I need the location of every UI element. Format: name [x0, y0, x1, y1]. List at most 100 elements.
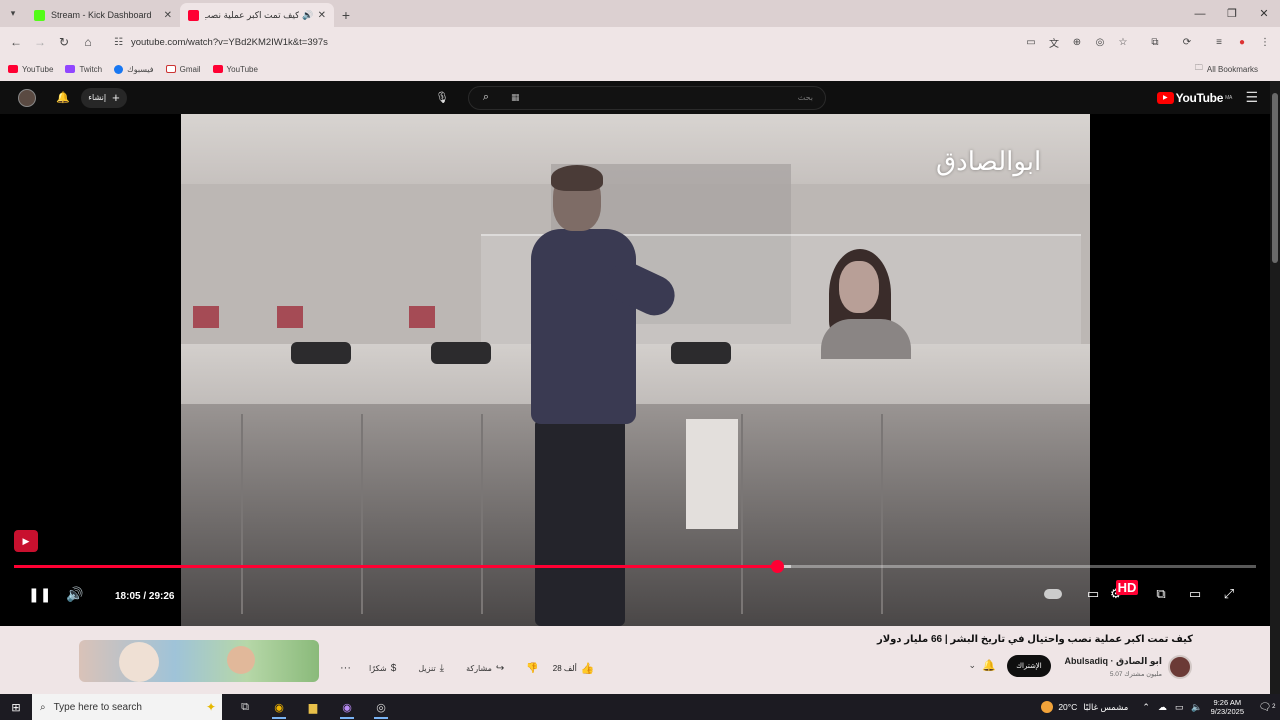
channel-name[interactable]: Abulsadiq · ابو الصادق	[1065, 656, 1162, 667]
bookmark-gmail[interactable]: Gmail	[165, 65, 201, 74]
bookmark-youtube-2[interactable]: YouTube	[212, 65, 258, 74]
channel-info[interactable]: Abulsadiq · ابو الصادق 5.07 مليون مشترك	[1065, 656, 1162, 678]
address-bar[interactable]: ☷ youtube.com/watch?v=YBd2KM2IW1k&t=397s	[104, 30, 1004, 54]
volume-icon[interactable]: 🔊	[66, 586, 83, 603]
channel-branding-icon[interactable]: ▶	[14, 530, 38, 552]
all-bookmarks-folder[interactable]: 🗀 All Bookmarks	[1195, 62, 1258, 76]
youtube-masthead: 🔔 إنشاء + 🎙 ⌕ ▦ بحث ▶ YouTube MA ☰	[0, 81, 1280, 114]
search-icon[interactable]: ⌕	[469, 91, 503, 104]
youtube-play-icon: ▶	[1156, 91, 1174, 104]
scrollbar-thumb[interactable]	[1272, 93, 1278, 263]
youtube-logo[interactable]: ▶ YouTube MA	[1156, 91, 1232, 105]
thanks-button[interactable]: شكرًا $	[369, 663, 396, 674]
close-window-icon[interactable]: ✕	[1248, 0, 1280, 27]
weather-sun-icon	[1041, 701, 1054, 713]
miniplayer-icon[interactable]: ⧉	[1144, 586, 1178, 602]
tab-close-icon[interactable]: ✕	[318, 10, 326, 21]
restore-icon[interactable]: ❐	[1216, 0, 1248, 27]
file-explorer-icon[interactable]: ▆	[296, 694, 330, 720]
tab-search-chevron-icon[interactable]: ▾	[0, 0, 26, 27]
fullscreen-icon[interactable]: ⤢	[1212, 586, 1246, 602]
user-avatar[interactable]	[18, 88, 36, 107]
like-icon: 👍	[580, 662, 595, 675]
bookmark-star-icon[interactable]: ☆	[1112, 31, 1134, 53]
search-input[interactable]: بحث	[798, 93, 813, 102]
subtitles-icon[interactable]: ▭	[1076, 586, 1110, 602]
back-icon[interactable]: ←	[4, 30, 28, 54]
guide-menu-icon[interactable]: ☰	[1245, 89, 1258, 106]
tab-close-icon[interactable]: ✕	[164, 10, 172, 21]
subscriber-count: 5.07 مليون مشترك	[1109, 671, 1162, 678]
kick-favicon-icon	[34, 9, 45, 21]
bookmark-twitch[interactable]: Twitch	[65, 65, 102, 74]
speaker-icon[interactable]: 🔈	[1191, 702, 1202, 713]
related-video-thumbnail[interactable]	[79, 640, 319, 682]
minimize-icon[interactable]: —	[1184, 0, 1216, 27]
sync-icon[interactable]: ⟳	[1176, 31, 1198, 53]
forward-icon[interactable]: →	[28, 30, 52, 54]
extensions-icon[interactable]: ⧉	[1144, 31, 1166, 53]
weather-widget[interactable]: 20°C مشمس غالبًا	[1041, 701, 1128, 713]
reload-icon[interactable]: ↻	[52, 30, 76, 54]
keyboard-icon[interactable]: ▦	[511, 92, 520, 103]
task-view-icon[interactable]: ⧉	[228, 694, 262, 720]
notification-center-icon[interactable]: 🗨 2	[1254, 694, 1280, 720]
media-controls-icon[interactable]: ≡	[1208, 31, 1230, 53]
browser-app-icon[interactable]: ◉	[330, 694, 364, 720]
browser-tabstrip: ▾ Stream - Kick Dashboard ✕ كيف تمت اكبر…	[0, 0, 1280, 27]
tray-chevron-icon[interactable]: ⌃	[1142, 702, 1150, 713]
subscription-bell-icon[interactable]: 🔔	[982, 659, 996, 672]
profile-avatar-icon[interactable]: ●	[1231, 31, 1253, 53]
settings-gear-icon[interactable]: ⚙HD	[1110, 580, 1144, 602]
more-actions-icon[interactable]: ···	[340, 662, 351, 674]
eye-off-icon[interactable]: ◎	[1089, 31, 1111, 53]
video-player[interactable]: ابوالصادق ▶ ❚❚ 🔊 18:05 / 29:26 ▭ ⚙HD ⧉ ▭…	[0, 114, 1280, 626]
taskbar-search[interactable]: ⌕ Type here to search ✦	[32, 694, 222, 720]
download-button[interactable]: تنزيل ⤓	[418, 663, 444, 674]
obs-icon[interactable]: ◎	[364, 694, 398, 720]
page-scrollbar[interactable]	[1270, 81, 1280, 694]
browser-toolbar: ← → ↻ ⌂ ☷ youtube.com/watch?v=YBd2KM2IW1…	[0, 27, 1280, 57]
site-info-icon[interactable]: ☷	[114, 37, 123, 48]
video-actions: ··· شكرًا $ تنزيل ⤓ مشاركة ↪ 👎 28 ألف 👍	[336, 659, 595, 677]
translate-icon[interactable]: 文	[1043, 31, 1065, 53]
like-button[interactable]: 28 ألف 👍	[553, 662, 595, 675]
kebab-menu-icon[interactable]: ⋮	[1254, 31, 1276, 53]
chevron-down-icon[interactable]: ⌄	[968, 660, 976, 671]
onedrive-icon[interactable]: ☁	[1158, 702, 1167, 713]
bookmark-youtube[interactable]: YouTube	[8, 65, 53, 74]
scrubber-handle[interactable]	[770, 560, 784, 573]
gmail-icon	[165, 65, 176, 73]
new-tab-button[interactable]: +	[334, 3, 358, 27]
search-box[interactable]: ⌕ ▦ بحث	[468, 85, 826, 110]
audio-playing-icon[interactable]: 🔊	[302, 10, 313, 21]
windows-taskbar: ⊞ ⌕ Type here to search ✦ ⧉ ◉ ▆ ◉ ◎ 20°C…	[0, 694, 1280, 720]
tab-youtube-video[interactable]: كيف تمت اكبر عملية نصب و 🔊 ✕	[180, 3, 334, 27]
voice-search-icon[interactable]: 🎙	[435, 91, 449, 104]
tab-kick-dashboard[interactable]: Stream - Kick Dashboard ✕	[26, 3, 180, 27]
create-button[interactable]: إنشاء +	[81, 87, 127, 108]
theater-mode-icon[interactable]: ▭	[1178, 586, 1212, 602]
subscribe-button[interactable]: الإشتراك	[1007, 655, 1051, 677]
window-controls: — ❐ ✕	[1184, 0, 1280, 27]
bookmarks-bar: YouTube Twitch فيسبوك Gmail YouTube 🗀 All…	[0, 57, 1280, 81]
home-icon[interactable]: ⌂	[76, 30, 100, 54]
network-icon[interactable]: ▭	[1175, 702, 1184, 713]
windows-start-icon[interactable]: ⊞	[0, 694, 32, 720]
share-button[interactable]: مشاركة ↪	[466, 663, 504, 674]
notifications-bell-icon[interactable]: 🔔	[56, 91, 70, 104]
channel-avatar[interactable]	[1168, 655, 1192, 679]
progress-bar[interactable]	[14, 560, 1256, 573]
cast-icon[interactable]: ▭	[1020, 31, 1042, 53]
chrome-icon[interactable]: ◉	[262, 694, 296, 720]
taskbar-clock[interactable]: 9:26 AM 9/23/2025	[1211, 698, 1244, 716]
pause-icon[interactable]: ❚❚	[28, 586, 51, 603]
bookmark-facebook[interactable]: فيسبوك	[114, 64, 154, 74]
zoom-icon[interactable]: ⊕	[1066, 31, 1088, 53]
dislike-icon[interactable]: 👎	[526, 663, 538, 674]
played-bar	[14, 565, 777, 568]
search-icon: ⌕	[40, 701, 46, 713]
autoplay-toggle[interactable]	[1044, 589, 1062, 599]
video-frame[interactable]: ابوالصادق	[181, 114, 1090, 626]
url-text: youtube.com/watch?v=YBd2KM2IW1k&t=397s	[130, 36, 328, 48]
